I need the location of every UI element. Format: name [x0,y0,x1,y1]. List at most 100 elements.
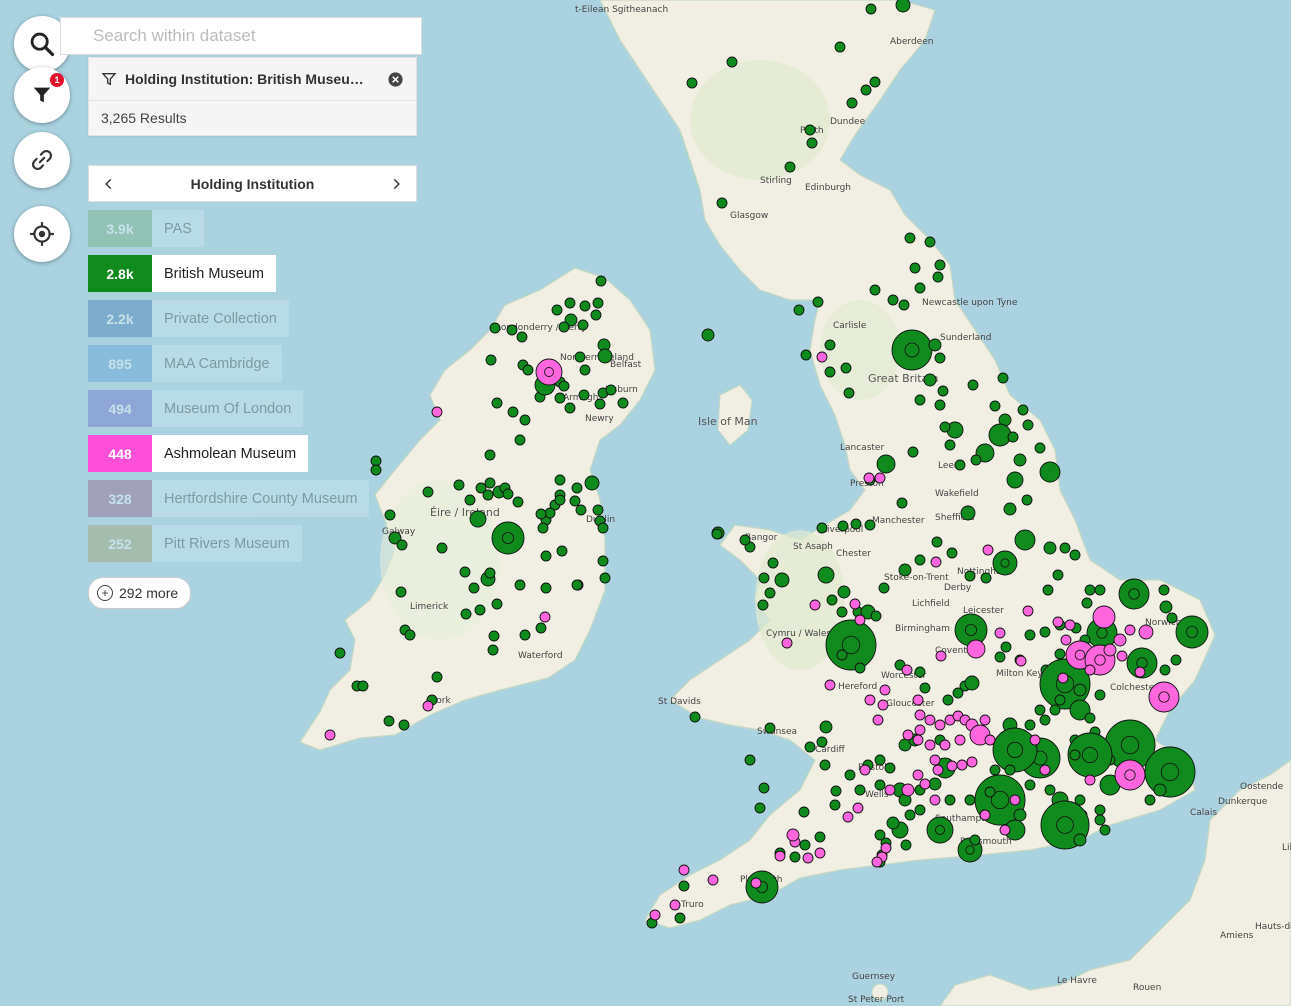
map-marker[interactable] [800,349,812,361]
chevron-left-icon[interactable] [99,174,119,194]
map-marker[interactable] [909,262,921,274]
map-marker[interactable] [1022,419,1034,431]
map-marker[interactable] [678,880,690,892]
map-marker[interactable] [436,542,448,554]
map-marker[interactable] [836,606,848,618]
map-marker[interactable] [994,651,1006,663]
map-marker[interactable] [1060,634,1072,646]
map-marker[interactable] [824,366,836,378]
map-marker[interactable] [491,598,503,610]
map-marker[interactable] [757,599,769,611]
map-marker[interactable] [874,472,886,484]
map-marker[interactable] [1052,569,1064,581]
map-marker[interactable] [758,572,770,584]
map-marker[interactable] [544,507,556,519]
map-marker[interactable] [571,482,583,494]
map-marker[interactable] [937,385,949,397]
map-marker[interactable] [989,764,1001,776]
map-marker[interactable] [919,682,931,694]
search-input[interactable]: Search within dataset [60,17,422,55]
map-marker[interactable] [334,647,346,659]
map-marker[interactable] [1144,746,1196,798]
map-marker[interactable] [519,629,531,641]
map-marker[interactable] [884,762,896,774]
facet-item-private-collection[interactable]: 2.2k Private Collection [88,300,289,337]
chevron-right-icon[interactable] [386,174,406,194]
map-marker[interactable] [485,354,497,366]
map-marker[interactable] [924,739,936,751]
map-marker[interactable] [1166,612,1178,624]
map-marker[interactable] [966,639,986,659]
map-marker[interactable] [876,454,896,474]
map-marker[interactable] [468,582,480,594]
map-marker[interactable] [764,722,776,734]
map-marker[interactable] [979,714,991,726]
map-marker[interactable] [516,331,528,343]
map-marker[interactable] [914,804,926,816]
map-marker[interactable] [989,400,1001,412]
map-marker[interactable] [924,714,936,726]
map-marker[interactable] [744,754,756,766]
map-marker[interactable] [431,406,443,418]
map-marker[interactable] [964,675,980,691]
map-marker[interactable] [1118,578,1150,610]
map-marker[interactable] [1014,529,1036,551]
map-marker[interactable] [886,816,900,830]
facet-item-maa-cambridge[interactable]: 895 MAA Cambridge [88,345,282,382]
map-marker[interactable] [678,864,690,876]
map-marker[interactable] [874,779,886,791]
filter-button[interactable]: 1 [14,67,70,123]
map-marker[interactable] [912,694,924,706]
map-marker[interactable] [774,572,790,588]
map-marker[interactable] [540,582,552,594]
map-marker[interactable] [814,847,826,859]
map-marker[interactable] [554,494,566,506]
map-marker[interactable] [969,834,981,846]
map-marker[interactable] [1024,719,1036,731]
map-marker[interactable] [574,351,586,363]
map-marker[interactable] [535,508,547,520]
map-marker[interactable] [370,464,382,476]
map-marker[interactable] [843,387,855,399]
map-marker[interactable] [577,319,589,331]
map-marker[interactable] [980,572,992,584]
map-marker[interactable] [1039,764,1051,776]
facet-item-museum-of-london[interactable]: 494 Museum Of London [88,390,304,427]
map-marker[interactable] [812,296,824,308]
map-marker[interactable] [914,394,926,406]
map-marker[interactable] [597,522,609,534]
map-marker[interactable] [1054,648,1066,660]
map-marker[interactable] [1024,779,1036,791]
map-marker[interactable] [469,510,487,528]
map-marker[interactable] [1148,681,1180,713]
map-marker[interactable] [826,594,838,606]
map-marker[interactable] [836,649,848,661]
map-marker[interactable] [934,399,946,411]
map-marker[interactable] [928,338,942,352]
map-marker[interactable] [852,802,864,814]
map-marker[interactable] [537,522,549,534]
map-marker[interactable] [884,784,896,796]
map-marker[interactable] [764,587,776,599]
map-marker[interactable] [669,899,681,911]
map-marker[interactable] [1159,600,1173,614]
map-marker[interactable] [460,608,472,620]
map-marker[interactable] [912,734,924,746]
map-marker[interactable] [1094,804,1106,816]
map-marker[interactable] [556,545,568,557]
facet-item-british-museum[interactable]: 2.8k British Museum [88,255,276,292]
clear-icon[interactable] [387,71,404,88]
map-marker[interactable] [829,799,841,811]
facet-item-pitt-rivers-museum[interactable]: 252 Pitt Rivers Museum [88,525,302,562]
map-marker[interactable] [819,720,833,734]
map-marker[interactable] [872,714,884,726]
map-marker[interactable] [898,563,912,577]
map-marker[interactable] [674,912,686,924]
map-marker[interactable] [558,380,570,392]
map-marker[interactable] [934,352,946,364]
map-marker[interactable] [1114,759,1146,791]
map-marker[interactable] [942,694,954,706]
map-marker[interactable] [912,769,924,781]
map-marker[interactable] [994,627,1006,639]
map-marker[interactable] [914,709,926,721]
